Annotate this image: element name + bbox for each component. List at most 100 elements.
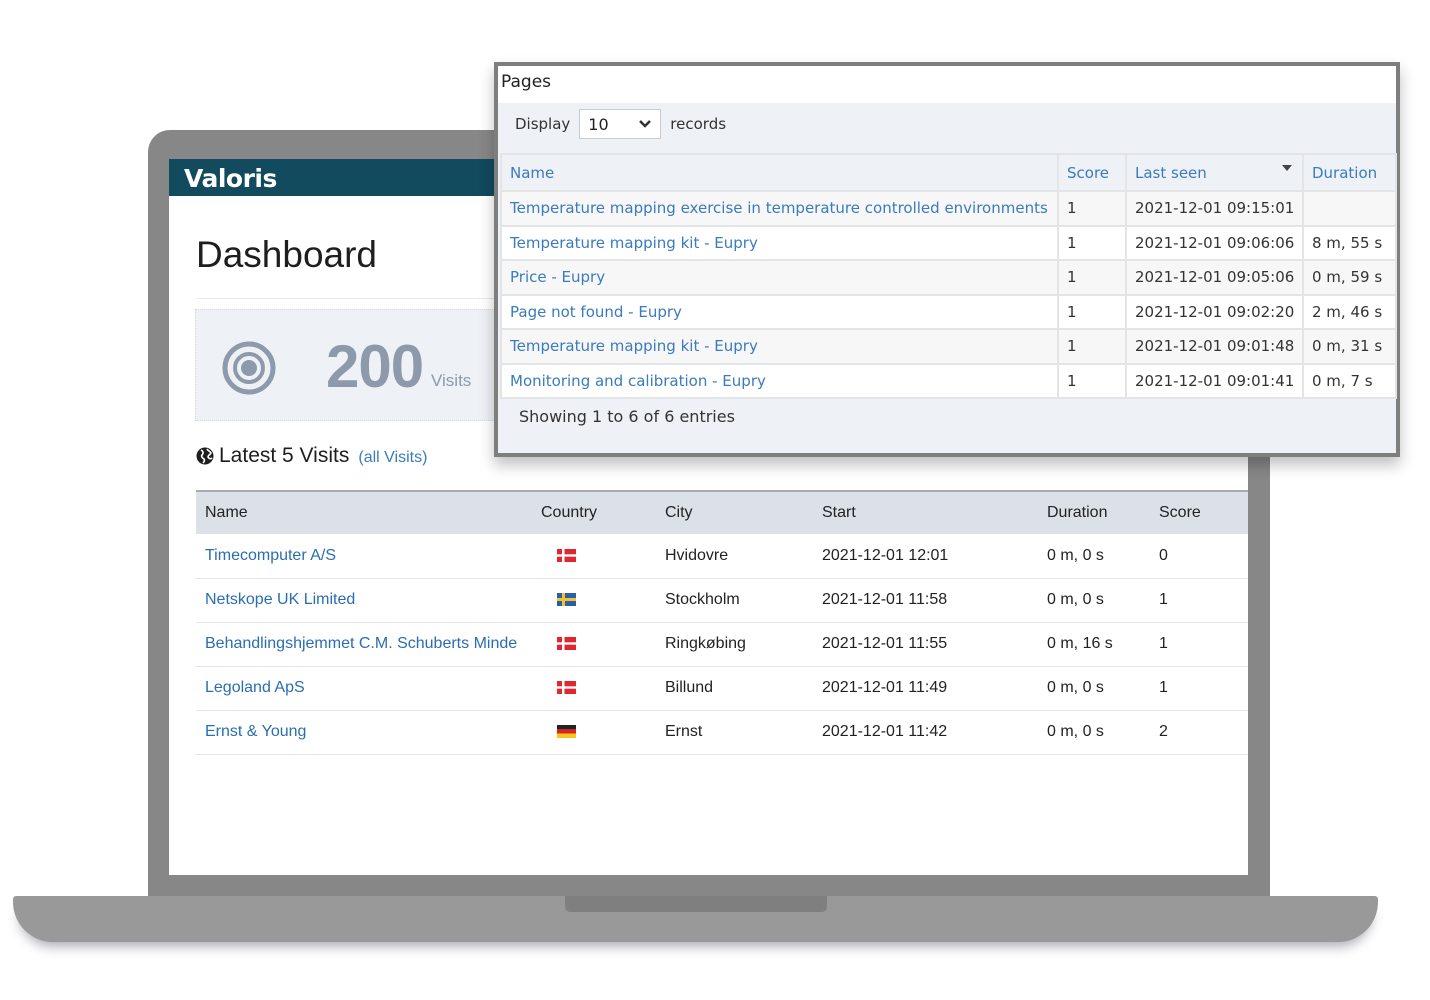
page-score-cell: 1 xyxy=(1057,224,1127,261)
visit-score-cell: 2 xyxy=(1150,710,1248,755)
records-per-page-select[interactable]: 10 xyxy=(579,109,662,139)
visit-score-cell: 1 xyxy=(1150,666,1248,711)
records-per-page-value: 10 xyxy=(588,114,609,134)
entries-info: Showing 1 to 6 of 6 entries xyxy=(519,407,735,426)
visit-name-link[interactable]: Timecomputer A/S xyxy=(205,547,336,564)
flag-sweden-icon xyxy=(557,593,576,607)
visit-name-cell: Timecomputer A/S xyxy=(196,534,532,579)
visit-duration-cell: 0 m, 0 s xyxy=(1038,710,1150,755)
visit-country-cell xyxy=(532,666,656,711)
records-label: records xyxy=(670,115,727,133)
laptop-notch xyxy=(565,896,827,912)
visit-name-cell: Behandlingshjemmet C.M. Schuberts Minde xyxy=(196,622,532,667)
page-row: Monitoring and calibration - Eupry 1 2021-… xyxy=(500,362,1397,399)
visit-name-link[interactable]: Legoland ApS xyxy=(205,679,305,696)
page-duration-cell: 8 m, 55 s xyxy=(1302,224,1397,261)
column-header-score[interactable]: Score xyxy=(1150,491,1248,534)
visit-name-link[interactable]: Behandlingshjemmet C.M. Schuberts Minde xyxy=(205,635,517,652)
column-header-duration[interactable]: Duration xyxy=(1302,153,1397,192)
page-row: Temperature mapping kit - Eupry 1 2021-12-… xyxy=(500,224,1397,261)
column-header-city[interactable]: City xyxy=(656,491,813,534)
page-name-cell: Temperature mapping kit - Eupry xyxy=(500,328,1059,365)
visit-city-cell: Hvidovre xyxy=(656,534,813,579)
visit-row: Timecomputer A/S Hvidovre 2021-12-01 12:01… xyxy=(196,534,1248,579)
visit-city-cell: Ringkøbing xyxy=(656,622,813,667)
visit-row: Ernst & Young Ernst 2021-12-01 11:42 0 m, 0… xyxy=(196,710,1248,755)
page-duration-cell xyxy=(1302,190,1397,227)
visit-score-cell: 0 xyxy=(1150,534,1248,579)
display-records-control: Display 10 records xyxy=(515,109,726,139)
page-name-link[interactable]: Temperature mapping kit - Eupry xyxy=(510,337,758,355)
flag-denmark-icon xyxy=(557,681,576,695)
page-last-seen-cell: 2021-12-01 09:01:48 xyxy=(1125,328,1304,365)
visits-count: 200 xyxy=(326,333,424,400)
column-header-duration[interactable]: Duration xyxy=(1038,491,1150,534)
page-last-seen-cell: 2021-12-01 09:02:20 xyxy=(1125,293,1304,330)
page-last-seen-cell: 2021-12-01 09:05:06 xyxy=(1125,259,1304,296)
column-header-last-seen-label: Last seen xyxy=(1135,163,1207,182)
page-score-cell: 1 xyxy=(1057,190,1127,227)
brand-logo[interactable]: Valoris xyxy=(184,164,277,193)
page-name-link[interactable]: Temperature mapping kit - Eupry xyxy=(510,234,758,252)
visit-duration-cell: 0 m, 16 s xyxy=(1038,622,1150,667)
table-header-row: Name Score Last seen Duration xyxy=(500,153,1397,192)
page-name-cell: Temperature mapping exercise in temperat… xyxy=(500,190,1059,227)
page-last-seen-cell: 2021-12-01 09:06:06 xyxy=(1125,224,1304,261)
all-visits-link[interactable]: (all Visits) xyxy=(358,449,427,467)
visit-score-cell: 1 xyxy=(1150,622,1248,667)
visit-start-cell: 2021-12-01 11:58 xyxy=(813,578,1038,623)
visit-row: Netskope UK Limited Stockholm 2021-12-01 1… xyxy=(196,578,1248,623)
page-name-link[interactable]: Monitoring and calibration - Eupry xyxy=(510,372,766,390)
column-header-score[interactable]: Score xyxy=(1057,153,1127,192)
latest-visits-heading: Latest 5 Visits (all Visits) xyxy=(196,444,427,468)
target-icon xyxy=(222,341,276,395)
page-name-link[interactable]: Temperature mapping exercise in temperat… xyxy=(510,199,1048,217)
flag-germany-icon xyxy=(557,725,576,739)
visit-duration-cell: 0 m, 0 s xyxy=(1038,666,1150,711)
visit-name-link[interactable]: Netskope UK Limited xyxy=(205,591,355,608)
popup-title: Pages xyxy=(501,72,552,92)
page-name-cell: Temperature mapping kit - Eupry xyxy=(500,224,1059,261)
page-last-seen-cell: 2021-12-01 09:01:41 xyxy=(1125,362,1304,399)
column-header-start[interactable]: Start xyxy=(813,491,1038,534)
column-header-name[interactable]: Name xyxy=(196,491,532,534)
page-row: Temperature mapping kit - Eupry 1 2021-12-… xyxy=(500,328,1397,365)
visit-start-cell: 2021-12-01 11:49 xyxy=(813,666,1038,711)
page-name-cell: Price - Eupry xyxy=(500,259,1059,296)
page-row: Page not found - Eupry 1 2021-12-01 09:02:… xyxy=(500,293,1397,330)
flag-denmark-icon xyxy=(557,549,576,563)
visit-country-cell xyxy=(532,710,656,755)
page-name-link[interactable]: Price - Eupry xyxy=(510,268,605,286)
page-name-link[interactable]: Page not found - Eupry xyxy=(510,303,682,321)
page-title: Dashboard xyxy=(196,234,378,275)
visit-duration-cell: 0 m, 0 s xyxy=(1038,578,1150,623)
visit-name-cell: Legoland ApS xyxy=(196,666,532,711)
page-score-cell: 1 xyxy=(1057,293,1127,330)
latest-visits-table: Name Country City Start Duration Score T… xyxy=(196,490,1248,755)
page-score-cell: 1 xyxy=(1057,362,1127,399)
visit-country-cell xyxy=(532,534,656,579)
visit-name-link[interactable]: Ernst & Young xyxy=(205,723,306,740)
page-duration-cell: 0 m, 7 s xyxy=(1302,362,1397,399)
visit-name-cell: Netskope UK Limited xyxy=(196,578,532,623)
visits-label: Visits xyxy=(431,371,472,390)
column-header-country[interactable]: Country xyxy=(532,491,656,534)
chevron-down-icon xyxy=(639,120,652,128)
column-header-last-seen[interactable]: Last seen xyxy=(1125,153,1304,192)
popup-title-bar: Pages xyxy=(498,66,1396,103)
page-row: Temperature mapping exercise in temperat… xyxy=(500,190,1397,227)
page-score-cell: 1 xyxy=(1057,259,1127,296)
page-last-seen-cell: 2021-12-01 09:15:01 xyxy=(1125,190,1304,227)
visit-city-cell: Billund xyxy=(656,666,813,711)
visit-country-cell xyxy=(532,622,656,667)
visit-start-cell: 2021-12-01 12:01 xyxy=(813,534,1038,579)
page-name-cell: Page not found - Eupry xyxy=(500,293,1059,330)
page-duration-cell: 0 m, 31 s xyxy=(1302,328,1397,365)
pages-popup: Pages Display 10 records Name Score Last… xyxy=(494,62,1400,457)
page-duration-cell: 2 m, 46 s xyxy=(1302,293,1397,330)
table-header-row: Name Country City Start Duration Score xyxy=(196,491,1248,534)
column-header-name[interactable]: Name xyxy=(500,153,1059,192)
visit-city-cell: Ernst xyxy=(656,710,813,755)
globe-icon xyxy=(196,447,214,465)
pages-table: Name Score Last seen Duration Temperatur… xyxy=(500,153,1397,399)
